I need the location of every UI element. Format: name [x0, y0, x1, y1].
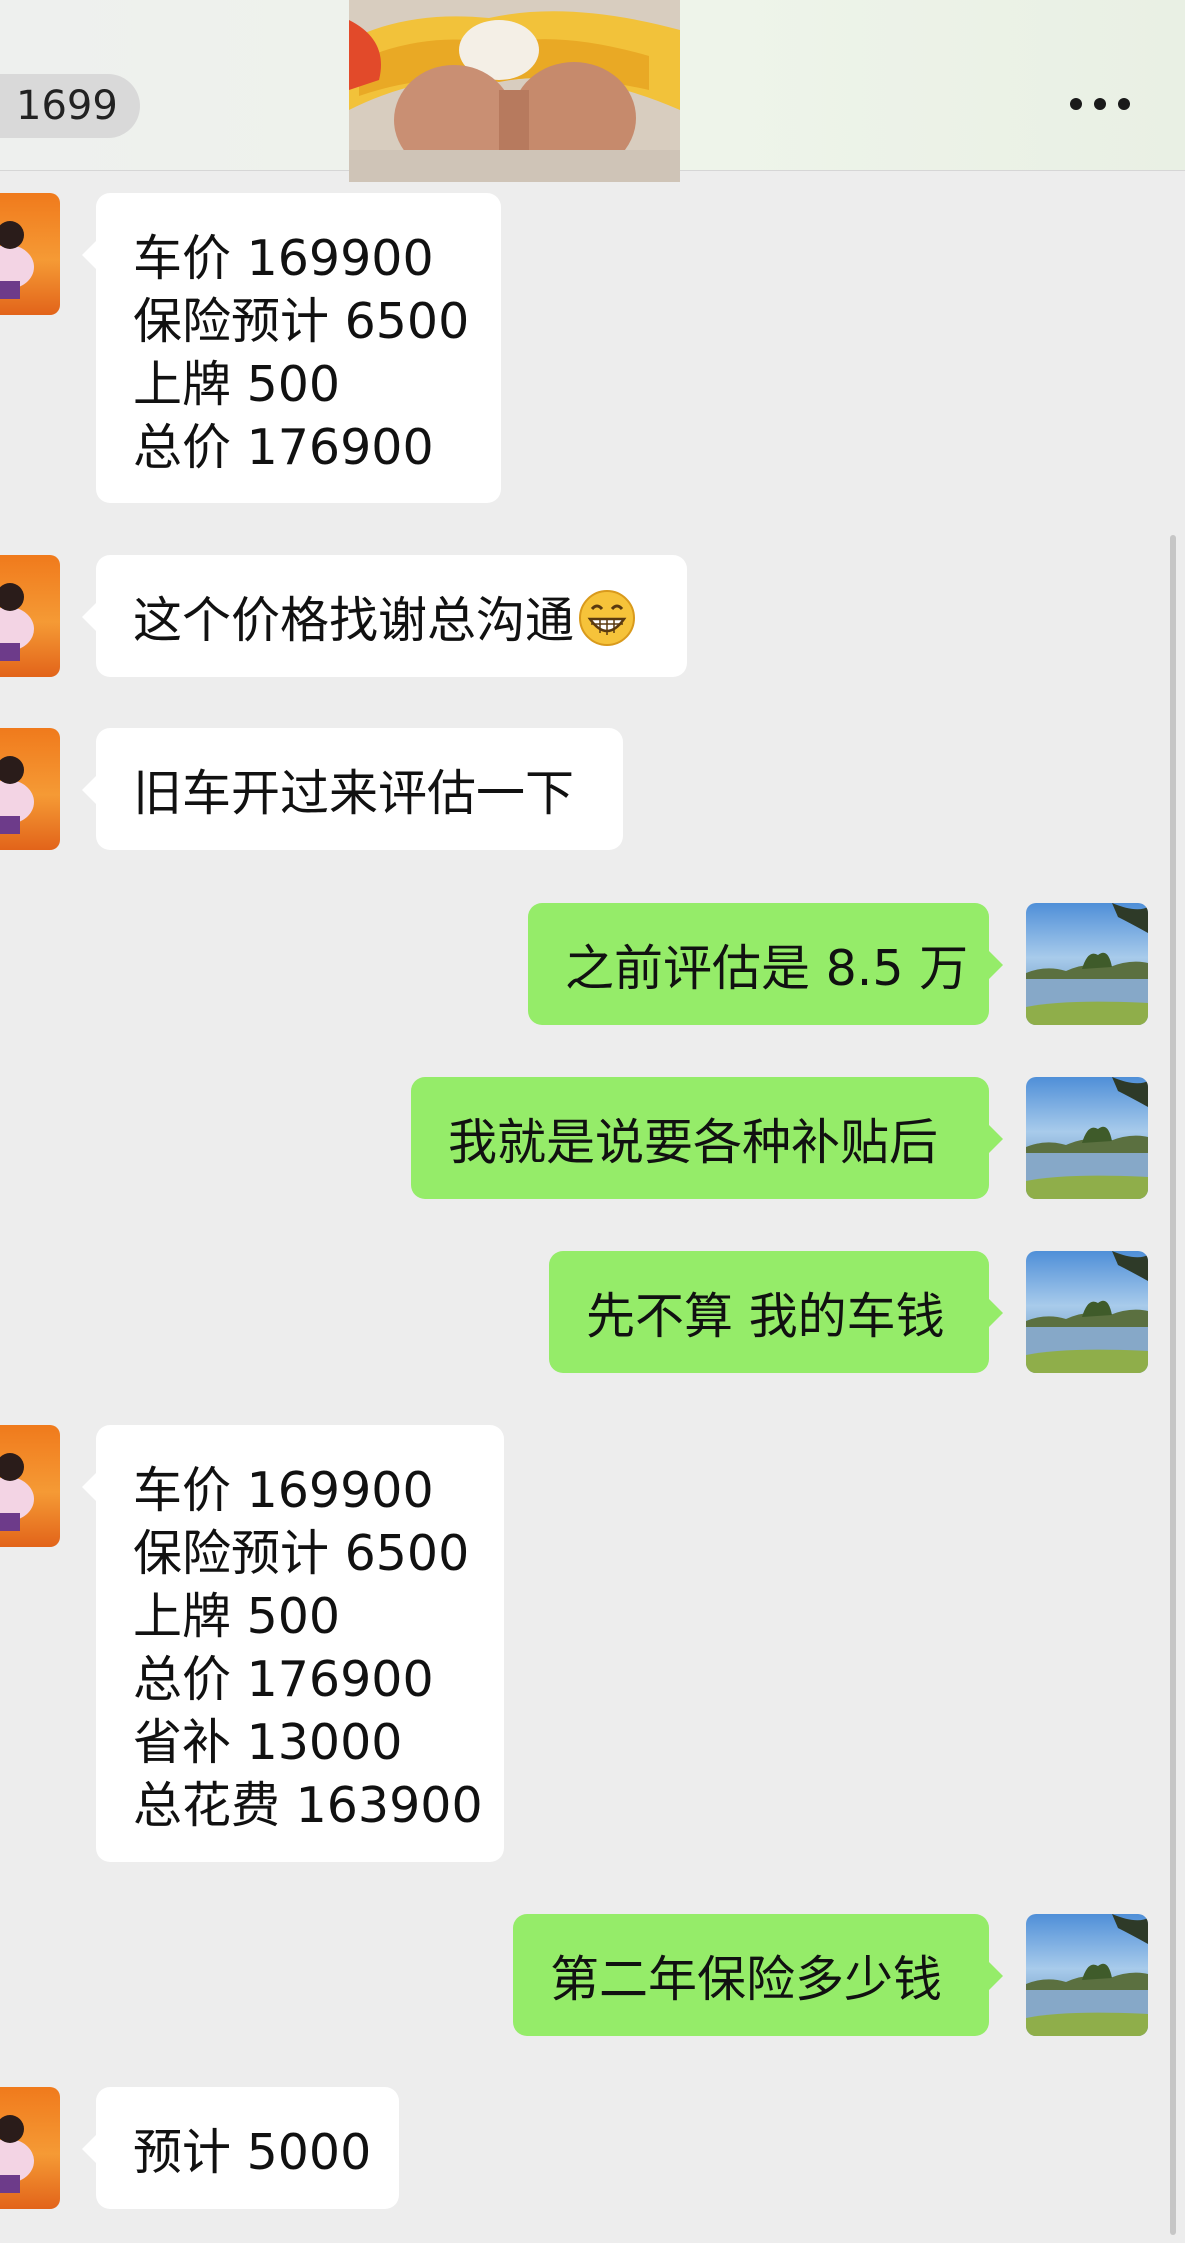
- message-bubble-incoming[interactable]: 预计 5000: [82, 2087, 399, 2209]
- my-avatar[interactable]: [1026, 1077, 1148, 1199]
- message-text: 旧车开过来评估一下: [133, 765, 575, 822]
- message-line: 车价 169900: [133, 230, 434, 287]
- message-bubble-outgoing[interactable]: 我就是说要各种补贴后: [411, 1077, 1003, 1199]
- contact-avatar[interactable]: [0, 555, 60, 677]
- message-line: 车价 169900: [133, 1462, 434, 1519]
- message-text: 这个价格找谢总沟通: [133, 592, 575, 649]
- contact-avatar[interactable]: [0, 2087, 60, 2209]
- message-line: 总花费 163900: [133, 1777, 483, 1834]
- message-line: 上牌 500: [133, 1588, 341, 1645]
- message-line: 总价 176900: [133, 419, 434, 476]
- chat-header: 1699: [0, 0, 1185, 182]
- header-photo: [349, 0, 680, 182]
- message-text: 先不算 我的车钱: [586, 1288, 945, 1345]
- message-text: 我就是说要各种补贴后: [448, 1114, 939, 1171]
- unread-count-badge[interactable]: 1699: [0, 74, 140, 138]
- contact-avatar[interactable]: [0, 728, 60, 850]
- message-line: 省补 13000: [133, 1714, 403, 1771]
- message-text: 第二年保险多少钱: [550, 1951, 943, 2008]
- more-dots-icon[interactable]: [1068, 92, 1132, 116]
- message-bubble-outgoing[interactable]: 第二年保险多少钱: [513, 1914, 1003, 2036]
- message-bubble-incoming[interactable]: 旧车开过来评估一下: [82, 728, 623, 850]
- message-bubble-outgoing[interactable]: 之前评估是 8.5 万: [528, 903, 1003, 1025]
- my-avatar[interactable]: [1026, 1914, 1148, 2036]
- contact-avatar[interactable]: [0, 1425, 60, 1547]
- message-text: 预计 5000: [133, 2124, 372, 2181]
- message-line: 总价 176900: [133, 1651, 434, 1708]
- message-line: 保险预计 6500: [133, 1525, 470, 1582]
- grinning-face-icon: [579, 590, 636, 646]
- my-avatar[interactable]: [1026, 903, 1148, 1025]
- scrollbar[interactable]: [1170, 535, 1176, 2235]
- message-line: 上牌 500: [133, 356, 341, 413]
- message-bubble-incoming[interactable]: 车价 169900 保险预计 6500 上牌 500 总价 176900: [82, 193, 501, 503]
- message-text: 之前评估是 8.5 万: [565, 940, 969, 997]
- message-bubble-incoming[interactable]: 车价 169900 保险预计 6500 上牌 500 总价 176900 省补 …: [82, 1425, 504, 1862]
- message-bubble-incoming[interactable]: 这个价格找谢总沟通: [82, 555, 687, 677]
- my-avatar[interactable]: [1026, 1251, 1148, 1373]
- message-bubble-outgoing[interactable]: 先不算 我的车钱: [549, 1251, 1003, 1373]
- message-line: 保险预计 6500: [133, 293, 470, 350]
- contact-avatar[interactable]: [0, 193, 60, 315]
